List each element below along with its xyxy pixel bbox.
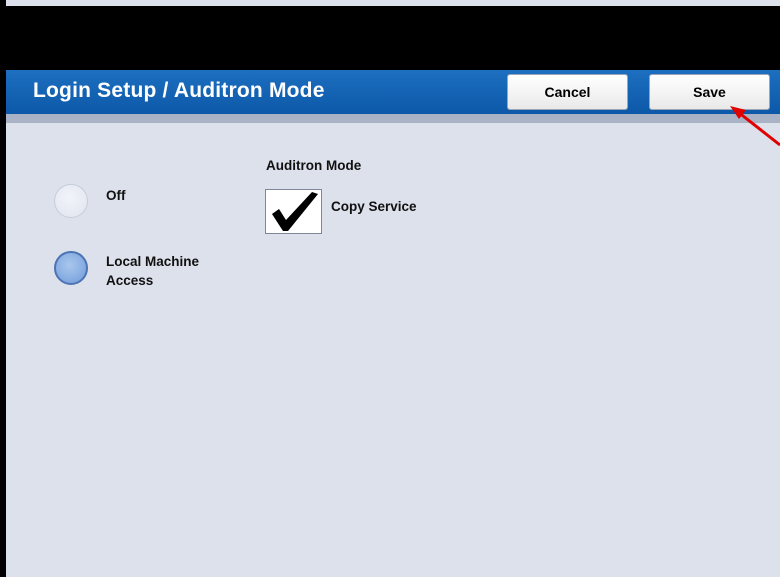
copy-service-checkbox[interactable] bbox=[265, 189, 322, 234]
checkmark-icon bbox=[272, 192, 318, 231]
screen: Login Setup / Auditron Mode Cancel Save … bbox=[0, 0, 780, 577]
page-title: Login Setup / Auditron Mode bbox=[33, 79, 325, 102]
radio-off[interactable] bbox=[54, 184, 88, 218]
radio-local-machine-access[interactable] bbox=[54, 251, 88, 285]
radio-local-machine-access-label: Local Machine Access bbox=[106, 254, 200, 288]
annotation-arrow-icon bbox=[730, 106, 780, 147]
auditron-mode-heading: Auditron Mode bbox=[266, 158, 362, 173]
cancel-button[interactable]: Cancel bbox=[507, 74, 628, 110]
header-divider bbox=[6, 114, 780, 123]
copy-service-label: Copy Service bbox=[331, 199, 417, 214]
top-black-area bbox=[6, 6, 780, 70]
radio-off-label: Off bbox=[106, 188, 126, 203]
